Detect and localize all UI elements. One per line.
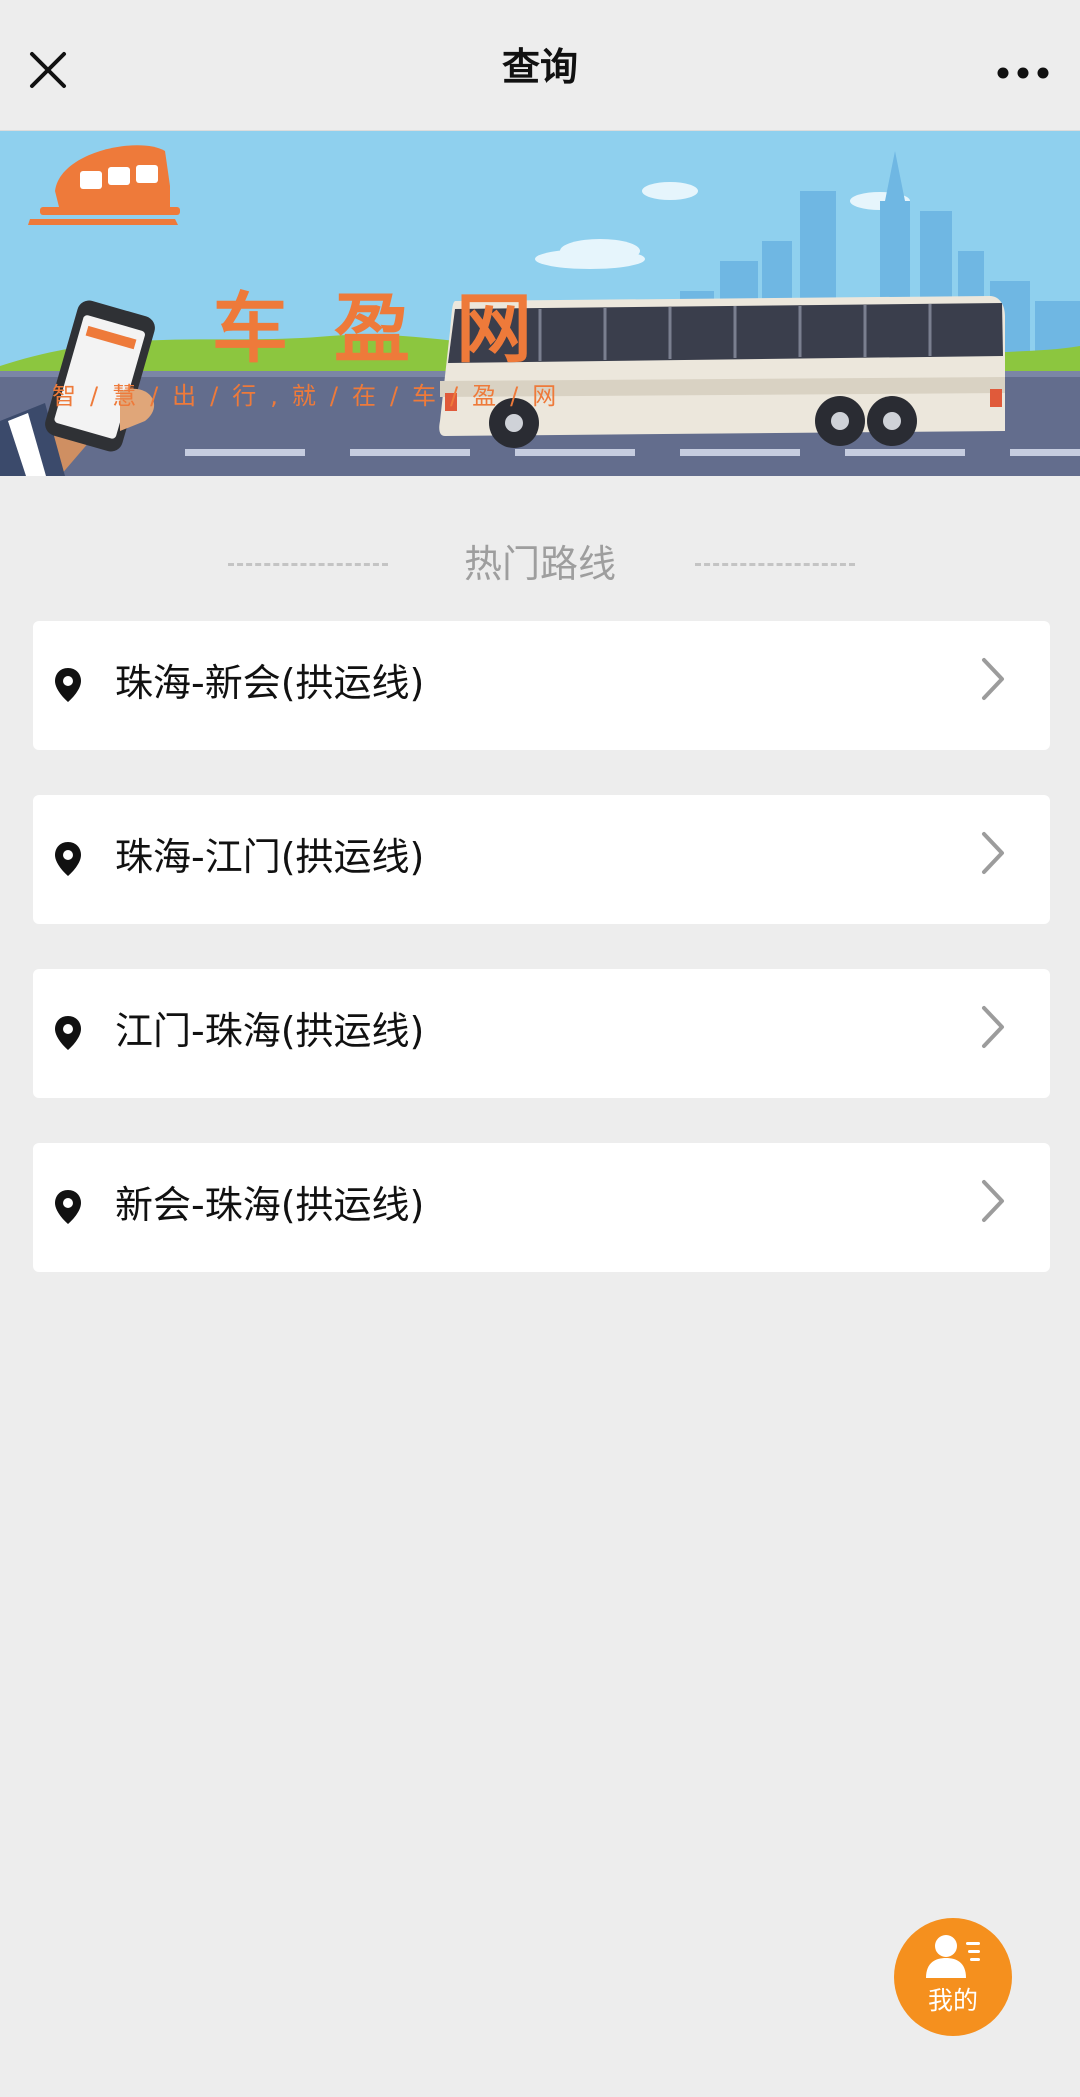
chevron-right-icon <box>978 1176 1008 1226</box>
location-pin-icon <box>53 1188 83 1226</box>
section-title-text: 热门路线 <box>463 542 616 586</box>
location-pin-icon <box>53 1014 83 1052</box>
route-item[interactable]: 珠海-新会(拱运线) <box>33 621 1050 750</box>
brand-name: 车盈网 <box>212 284 578 373</box>
promo-banner[interactable]: 车盈网 智/慧/出/行,就/在/车/盈/网 <box>0 131 1080 476</box>
route-list: 珠海-新会(拱运线) 珠海-江门(拱运线) 江门-珠海(拱运线) 新会-珠海(拱… <box>33 621 1050 1272</box>
more-icon[interactable] <box>988 48 1058 98</box>
brand-slogan: 智/慧/出/行,就/在/车/盈/网 <box>52 382 571 410</box>
my-profile-button[interactable]: 我的 <box>894 1918 1012 2036</box>
route-label: 新会-珠海(拱运线) <box>115 1183 425 1227</box>
page-title: 查询 <box>501 45 578 89</box>
divider-right <box>695 563 855 566</box>
chevron-right-icon <box>978 828 1008 878</box>
section-heading: 热门路线 <box>0 540 1080 590</box>
chevron-right-icon <box>978 654 1008 704</box>
navbar: 查询 <box>0 0 1080 131</box>
chevron-right-icon <box>978 1002 1008 1052</box>
route-label: 江门-珠海(拱运线) <box>115 1009 425 1053</box>
route-item[interactable]: 珠海-江门(拱运线) <box>33 795 1050 924</box>
location-pin-icon <box>53 840 83 878</box>
user-profile-icon <box>926 1932 982 1984</box>
route-item[interactable]: 江门-珠海(拱运线) <box>33 969 1050 1098</box>
my-profile-label: 我的 <box>927 1986 978 2015</box>
route-item[interactable]: 新会-珠海(拱运线) <box>33 1143 1050 1272</box>
route-label: 珠海-新会(拱运线) <box>115 661 425 705</box>
location-pin-icon <box>53 666 83 704</box>
route-label: 珠海-江门(拱运线) <box>115 835 425 879</box>
